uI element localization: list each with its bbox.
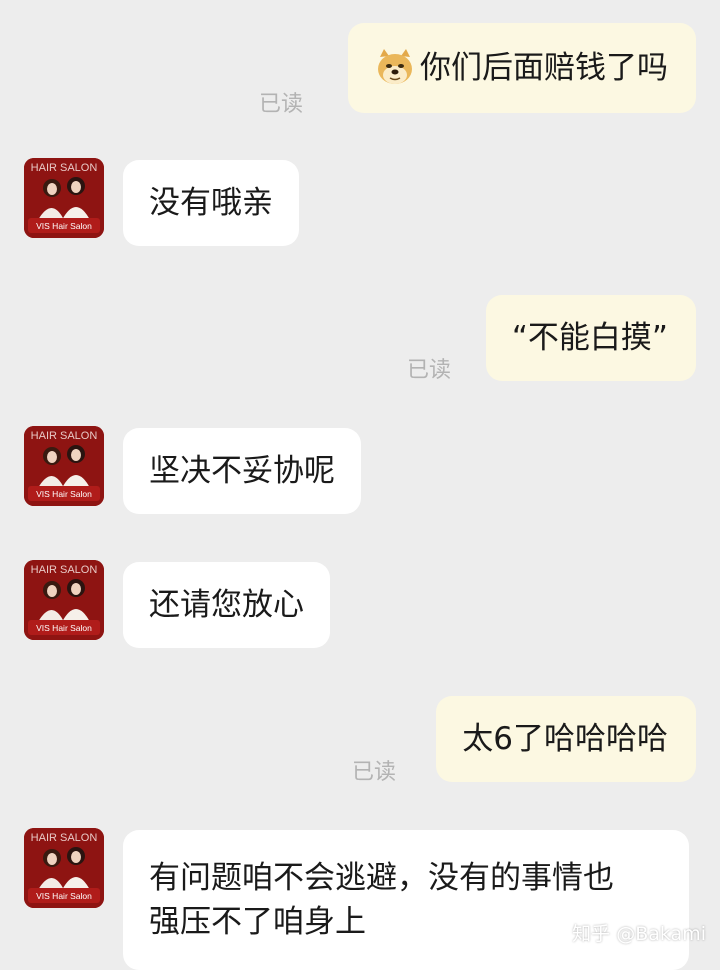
svg-text:HAIR SALON: HAIR SALON (31, 564, 98, 576)
message-text: 还请您放心 (149, 587, 304, 623)
message-bubble-incoming[interactable]: 坚决不妥协呢 (123, 428, 361, 514)
message-text: 坚决不妥协呢 (149, 453, 335, 489)
message-text: “不能白摸” (511, 320, 668, 356)
avatar[interactable]: HAIR SALON VIS Hair Salon (24, 158, 104, 238)
svg-text:HAIR SALON: HAIR SALON (31, 832, 98, 844)
read-receipt: 已读 (352, 760, 397, 785)
message-text-line-1: 有问题咱不会逃避，没有的事情也 (149, 860, 614, 896)
read-receipt: 已读 (407, 358, 452, 383)
message-text: 太6了哈哈哈哈 (462, 721, 668, 757)
doge-emoji-icon (378, 49, 412, 84)
svg-text:VIS Hair Salon: VIS Hair Salon (36, 221, 92, 231)
message-text: 没有哦亲 (149, 185, 273, 221)
salon-avatar-image: HAIR SALON VIS Hair Salon (24, 828, 104, 908)
svg-text:VIS Hair Salon: VIS Hair Salon (36, 489, 92, 499)
message-bubble-outgoing[interactable]: 太6了哈哈哈哈 (436, 696, 696, 782)
avatar[interactable]: HAIR SALON VIS Hair Salon (24, 828, 104, 908)
message-bubble-outgoing[interactable]: “不能白摸” (485, 295, 696, 381)
message-bubble-outgoing[interactable]: 你们后面赔钱了吗 (348, 23, 696, 113)
salon-avatar-image: HAIR SALON VIS Hair Salon (24, 426, 104, 506)
message-bubble-incoming[interactable]: 没有哦亲 (123, 160, 299, 246)
message-bubble-incoming[interactable]: 还请您放心 (123, 562, 330, 648)
svg-text:HAIR SALON: HAIR SALON (31, 162, 98, 174)
message-text-line-2: 强压不了咱身上 (149, 904, 366, 940)
zhihu-watermark: 知乎 @Bakami (572, 923, 706, 945)
read-receipt: 已读 (259, 92, 304, 117)
svg-text:VIS Hair Salon: VIS Hair Salon (36, 623, 92, 633)
message-bubble-incoming[interactable]: 有问题咱不会逃避，没有的事情也 强压不了咱身上 (123, 830, 689, 970)
salon-avatar-image: HAIR SALON VIS Hair Salon (24, 560, 104, 640)
svg-text:VIS Hair Salon: VIS Hair Salon (36, 891, 92, 901)
svg-text:HAIR SALON: HAIR SALON (31, 430, 98, 442)
avatar[interactable]: HAIR SALON VIS Hair Salon (24, 426, 104, 506)
avatar[interactable]: HAIR SALON VIS Hair Salon (24, 560, 104, 640)
message-text: 你们后面赔钱了吗 (420, 50, 668, 86)
salon-avatar-image: HAIR SALON VIS Hair Salon (24, 158, 104, 238)
